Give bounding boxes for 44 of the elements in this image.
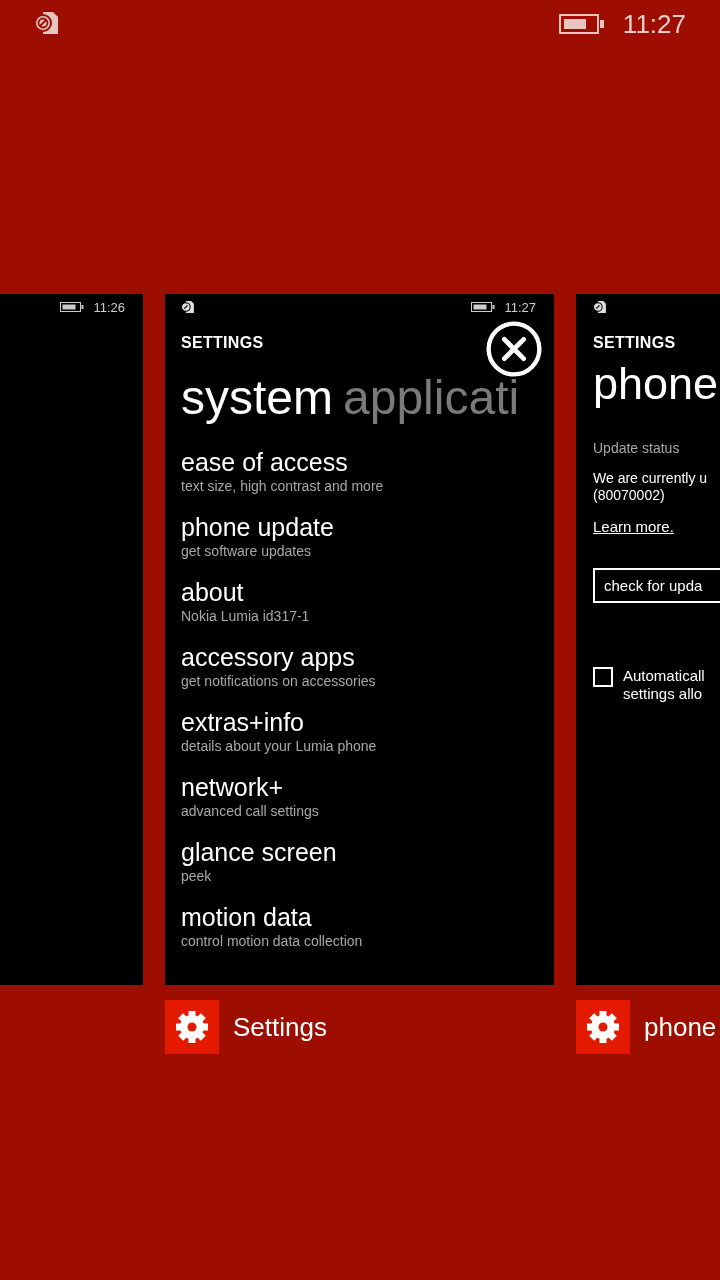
setting-title[interactable]: glance screen bbox=[181, 837, 554, 868]
setting-title[interactable]: network+ bbox=[181, 772, 554, 803]
clock-time: 11:26 bbox=[93, 299, 125, 315]
checkbox[interactable] bbox=[593, 667, 613, 687]
sim-card-icon bbox=[34, 10, 60, 36]
setting-title[interactable]: extras+info bbox=[181, 707, 554, 738]
setting-subtitle: get notifications on accessories bbox=[181, 673, 377, 689]
check-updates-button[interactable]: check for upda bbox=[593, 568, 720, 603]
learn-more-link[interactable]: Learn more. bbox=[593, 518, 674, 535]
pivot-title[interactable]: applicati bbox=[343, 371, 520, 424]
setting-subtitle: get software updates bbox=[181, 543, 312, 559]
setting-subtitle: text size, high contrast and more bbox=[181, 478, 385, 494]
clock-time: 11:27 bbox=[504, 299, 536, 315]
setting-title[interactable]: phone update bbox=[181, 512, 554, 543]
app-screenshot-card[interactable] bbox=[165, 294, 554, 985]
battery-icon bbox=[558, 14, 605, 34]
setting-title[interactable]: ease of access bbox=[181, 447, 554, 478]
app-name[interactable]: Settings bbox=[233, 1011, 327, 1043]
setting-subtitle: peek bbox=[181, 868, 213, 884]
clock-time: 11:27 bbox=[622, 8, 686, 40]
status-message: We are currently u (80070002) bbox=[593, 470, 709, 504]
setting-subtitle: control motion data collection bbox=[181, 933, 364, 949]
app-name[interactable]: phone bbox=[644, 1011, 717, 1043]
setting-subtitle: details about your Lumia phone bbox=[181, 738, 378, 754]
page-title: phone bbox=[593, 358, 720, 410]
setting-subtitle: advanced call settings bbox=[181, 803, 320, 819]
app-screenshot-card[interactable]: SETTINGS phone Update status We are currently u (80070002) Learn more. check for upda Automaticall settings allo bbox=[576, 294, 720, 985]
page-header: SETTINGS bbox=[593, 334, 677, 352]
app-screenshot-card[interactable]: 11:26 bbox=[0, 294, 143, 985]
battery-icon bbox=[60, 302, 85, 312]
setting-title[interactable]: about bbox=[181, 577, 554, 608]
sim-card-icon bbox=[593, 300, 607, 314]
close-icon[interactable] bbox=[486, 321, 542, 377]
page-header: SETTINGS bbox=[181, 334, 265, 352]
setting-subtitle: Nokia Lumia id317-1 bbox=[181, 608, 311, 624]
gear-icon[interactable] bbox=[165, 1000, 219, 1054]
setting-title[interactable]: accessory apps bbox=[181, 642, 554, 673]
setting-title[interactable]: motion data bbox=[181, 902, 554, 933]
battery-icon bbox=[471, 302, 496, 312]
checkbox-label: Automaticall settings allo bbox=[623, 667, 705, 703]
pivot-title[interactable]: system bbox=[181, 371, 333, 424]
sim-card-icon bbox=[181, 300, 195, 314]
section-label: Update status bbox=[593, 440, 681, 456]
gear-icon[interactable] bbox=[576, 1000, 630, 1054]
